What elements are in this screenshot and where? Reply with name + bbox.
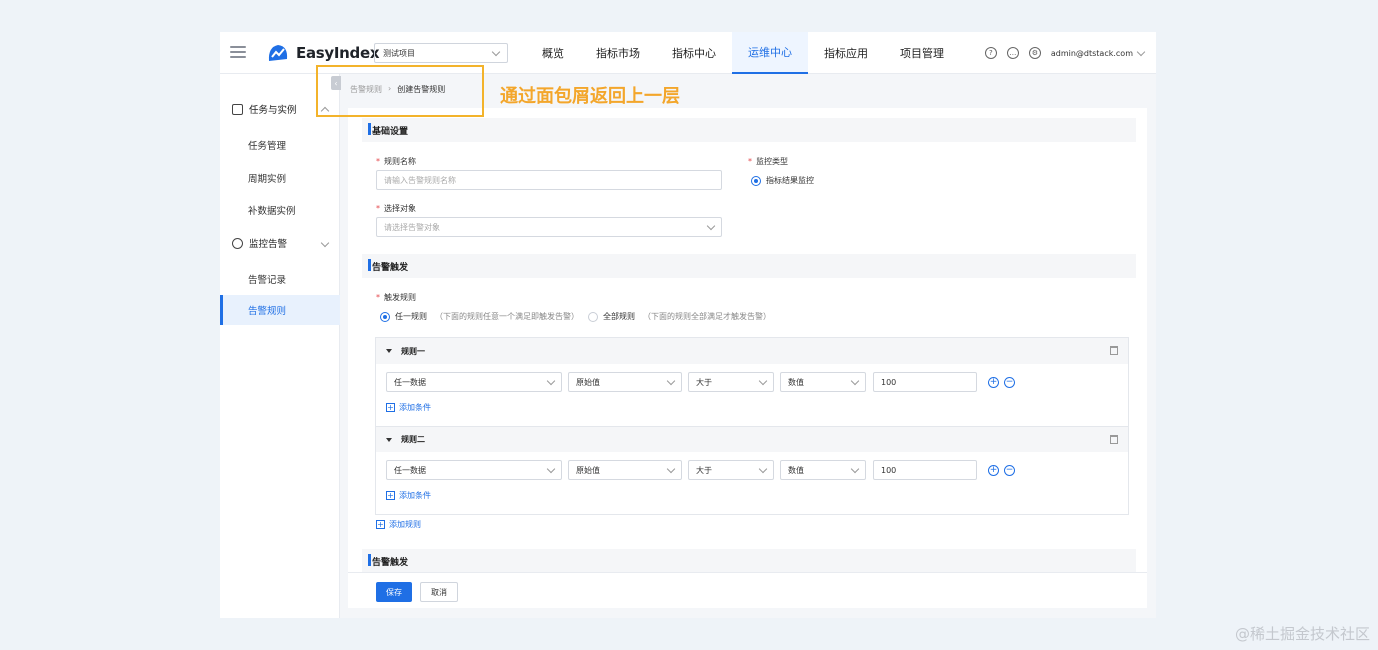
rule-title: 规则一 — [401, 346, 425, 356]
sidebar-group-label: 监控告警 — [249, 239, 288, 250]
menu-icon[interactable] — [230, 46, 246, 60]
target-label: * 选择对象 — [376, 204, 416, 213]
radio-all-rules[interactable]: 全部规则 （下面的规则全部满足才触发告警） — [588, 311, 771, 322]
sidebar-item-alert-records[interactable]: 告警记录 — [220, 264, 340, 294]
user-name: admin@dtstack.com — [1050, 48, 1133, 58]
watermark: @稀土掘金技术社区 — [1234, 625, 1370, 643]
add-rule-link[interactable]: + 添加规则 — [376, 519, 421, 530]
nav-metric-center[interactable]: 指标中心 — [656, 32, 732, 74]
annotation-text: 通过面包屑返回上一层 — [500, 86, 680, 107]
form-footer: 保存 取消 — [348, 572, 1147, 608]
add-condition-link[interactable]: + 添加条件 — [386, 402, 431, 413]
radio-any-rule[interactable]: 任一规则 （下面的规则任意一个满足即触发告警） — [380, 311, 579, 322]
threshold-input[interactable]: 100 — [873, 372, 977, 392]
section-trigger-title-2: 告警触发 — [362, 549, 1136, 573]
rule-header[interactable]: 规则二 — [376, 426, 1128, 452]
threshold-input[interactable]: 100 — [873, 460, 977, 480]
chevron-down-icon — [850, 376, 860, 385]
plus-circle-icon[interactable]: + — [988, 465, 999, 476]
add-condition-link[interactable]: + 添加条件 — [386, 490, 431, 501]
metric-select[interactable]: 原始值 — [568, 372, 682, 392]
trash-icon[interactable] — [1110, 435, 1118, 444]
nav-ops-center[interactable]: 运维中心 — [732, 32, 808, 74]
save-button[interactable]: 保存 — [376, 582, 412, 602]
trigger-rule-label: * 触发规则 — [376, 293, 416, 302]
operator-select[interactable]: 大于 — [688, 372, 774, 392]
gear-icon[interactable]: ⚙ — [1028, 47, 1041, 59]
nav-overview[interactable]: 概览 — [526, 32, 580, 74]
rule-card: 规则一 任一数据 原始值 大于 数值 100 + − + 添加条件 规则二 任一… — [375, 337, 1129, 515]
chevron-down-icon — [491, 47, 501, 56]
logo[interactable]: EasyIndex — [266, 41, 380, 65]
radio-checked-icon — [380, 311, 390, 322]
app-window: EasyIndex 测试项目 概览 指标市场 指标中心 运维中心 指标应用 项目… — [220, 32, 1156, 618]
trash-icon[interactable] — [1110, 346, 1118, 355]
kind-select[interactable]: 数值 — [780, 460, 866, 480]
caret-down-icon — [386, 349, 392, 353]
chevron-down-icon — [666, 376, 676, 385]
monitor-type-radio[interactable]: 指标结果监控 — [751, 175, 814, 186]
radio-checked-icon — [751, 175, 761, 186]
annotation-highlight-box — [316, 65, 484, 117]
project-select[interactable]: 测试项目 — [374, 43, 508, 63]
data-select[interactable]: 任一数据 — [386, 460, 562, 480]
plus-square-icon: + — [376, 520, 385, 529]
sidebar-item-alert-rules[interactable]: 告警规则 — [220, 295, 340, 325]
plus-circle-icon[interactable]: + — [988, 377, 999, 388]
message-icon[interactable]: … — [1006, 47, 1019, 59]
monitor-type-label: * 监控类型 — [748, 157, 788, 166]
sidebar-group-alerts[interactable]: 监控告警 — [220, 228, 340, 258]
logo-text: EasyIndex — [296, 44, 380, 62]
chevron-down-icon — [666, 464, 676, 473]
rule-name-input[interactable]: 请输入告警规则名称 — [376, 170, 722, 190]
sidebar-item-cycle-instance[interactable]: 周期实例 — [220, 163, 340, 193]
alarm-icon — [232, 237, 243, 249]
minus-circle-icon[interactable]: − — [1004, 377, 1015, 388]
sidebar-group-label: 任务与实例 — [249, 105, 297, 116]
rule-body: 任一数据 原始值 大于 数值 100 + − + 添加条件 — [376, 452, 1128, 514]
minus-circle-icon[interactable]: − — [1004, 465, 1015, 476]
rule-body: 任一数据 原始值 大于 数值 100 + − + 添加条件 — [376, 364, 1128, 426]
chevron-down-icon — [546, 376, 556, 385]
user-menu[interactable]: admin@dtstack.com — [1050, 47, 1146, 58]
cancel-button[interactable]: 取消 — [420, 582, 458, 602]
operator-select[interactable]: 大于 — [688, 460, 774, 480]
section-trigger-title: 告警触发 — [362, 254, 1136, 278]
header-actions: ? … ⚙ admin@dtstack.com — [984, 32, 1146, 74]
form-card: 基础设置 * 规则名称 请输入告警规则名称 * 监控类型 指标结果监控 * 选择对象 … — [348, 108, 1147, 608]
sidebar-item-task-mgmt[interactable]: 任务管理 — [220, 130, 340, 160]
task-icon — [232, 103, 243, 115]
chevron-down-icon — [706, 221, 716, 230]
rule-name-label: * 规则名称 — [376, 157, 416, 166]
metric-select[interactable]: 原始值 — [568, 460, 682, 480]
target-select[interactable]: 请选择告警对象 — [376, 217, 722, 237]
radio-unchecked-icon — [588, 311, 598, 322]
sidebar: ‹ 任务与实例 任务管理 周期实例 补数据实例 监控告警 告警记录 告警规则 — [220, 74, 341, 618]
data-select[interactable]: 任一数据 — [386, 372, 562, 392]
nav-project-mgmt[interactable]: 项目管理 — [884, 32, 960, 74]
rule-title: 规则二 — [401, 435, 425, 444]
chevron-down-icon — [320, 238, 330, 248]
plus-square-icon: + — [386, 491, 395, 500]
section-basic-title: 基础设置 — [362, 118, 1136, 142]
chevron-down-icon — [850, 464, 860, 473]
logo-icon — [268, 45, 288, 61]
chevron-down-icon — [1136, 47, 1146, 56]
rule-header[interactable]: 规则一 — [376, 338, 1128, 364]
kind-select[interactable]: 数值 — [780, 372, 866, 392]
chevron-down-icon — [546, 464, 556, 473]
chevron-down-icon — [758, 464, 768, 473]
nav-metric-market[interactable]: 指标市场 — [580, 32, 656, 74]
help-icon[interactable]: ? — [984, 47, 997, 59]
nav-metric-app[interactable]: 指标应用 — [808, 32, 884, 74]
caret-down-icon — [386, 437, 392, 442]
plus-square-icon: + — [386, 403, 395, 412]
main-nav: 概览 指标市场 指标中心 运维中心 指标应用 项目管理 — [526, 32, 960, 74]
sidebar-item-backfill-instance[interactable]: 补数据实例 — [220, 195, 340, 225]
chevron-down-icon — [758, 376, 768, 385]
project-select-value: 测试项目 — [383, 48, 415, 58]
